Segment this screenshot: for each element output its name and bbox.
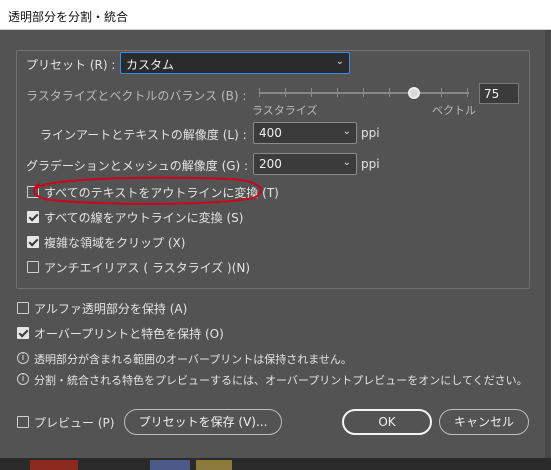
gradient-unit: ppi bbox=[361, 157, 380, 171]
slider-tick bbox=[363, 88, 364, 97]
info-icon: i bbox=[17, 373, 29, 385]
artwork-fragment bbox=[30, 460, 78, 470]
overprint-checkbox[interactable] bbox=[17, 327, 29, 339]
line-art-resolution-select[interactable]: 400 ⌄ bbox=[253, 122, 357, 144]
cancel-button[interactable]: キャンセル bbox=[439, 409, 529, 435]
window-title: 透明部分を分割・統合 bbox=[8, 10, 129, 24]
antialias-label: アンチエイリアス ( ラスタライズ )(N) bbox=[44, 261, 251, 275]
preset-label: プリセット (R) : bbox=[26, 58, 116, 72]
balance-slider-track[interactable] bbox=[259, 92, 469, 94]
line-art-unit: ppi bbox=[361, 126, 380, 140]
balance-right-label: ベクトル bbox=[432, 104, 476, 117]
slider-tick bbox=[337, 88, 338, 97]
chevron-down-icon: ⌄ bbox=[342, 126, 351, 137]
gradient-resolution-label: グラデーションとメッシュの解像度 (G) : bbox=[26, 159, 249, 173]
info-text: 分割・統合される特色をプレビューするには、オーバープリントプレビューをオンにして… bbox=[34, 374, 528, 387]
slider-tick bbox=[389, 88, 390, 97]
save-preset-button[interactable]: プリセットを保存 (V)... bbox=[124, 409, 282, 435]
background-artwork bbox=[0, 458, 551, 470]
slider-tick bbox=[285, 88, 286, 97]
title-bar: 透明部分を分割・統合 bbox=[0, 0, 551, 30]
overprint-label: オーバープリントと特色を保持 (O) bbox=[34, 327, 224, 341]
chevron-down-icon: ⌄ bbox=[335, 56, 344, 67]
preview-label: プレビュー (P) bbox=[34, 416, 115, 430]
artwork-fragment bbox=[150, 460, 190, 470]
balance-slider-knob[interactable] bbox=[408, 87, 420, 99]
line-art-resolution-label: ラインアートとテキストの解像度 (L) : bbox=[40, 128, 247, 142]
clip-complex-label: 複雑な領域をクリップ (X) bbox=[44, 236, 186, 250]
antialias-checkbox[interactable] bbox=[27, 261, 39, 273]
alpha-checkbox[interactable] bbox=[17, 302, 29, 314]
preview-checkbox[interactable] bbox=[17, 416, 29, 428]
artwork-fragment bbox=[196, 460, 232, 470]
info-text: 透明部分が含まれる範囲のオーバープリントは保持されません。 bbox=[34, 353, 352, 366]
stroke-outline-checkbox[interactable] bbox=[27, 211, 39, 223]
balance-label: ラスタライズとベクトルのバランス (B) : bbox=[26, 89, 247, 103]
ok-button[interactable]: OK bbox=[342, 409, 432, 435]
clip-complex-checkbox[interactable] bbox=[27, 236, 39, 248]
info-icon: i bbox=[17, 352, 29, 364]
slider-tick bbox=[311, 88, 312, 97]
line-art-resolution-value: 400 bbox=[259, 126, 282, 140]
stroke-outline-label: すべての線をアウトラインに変換 (S) bbox=[44, 211, 244, 225]
slider-tick bbox=[441, 88, 442, 97]
annotation-ellipse bbox=[33, 176, 262, 205]
gradient-resolution-value: 200 bbox=[259, 157, 282, 171]
gradient-resolution-select[interactable]: 200 ⌄ bbox=[253, 153, 357, 175]
preset-select[interactable]: カスタム ⌄ bbox=[120, 52, 350, 74]
slider-tick bbox=[467, 88, 468, 97]
alpha-label: アルファ透明部分を保持 (A) bbox=[34, 302, 188, 316]
balance-value-input[interactable]: 75 bbox=[479, 83, 519, 104]
slider-tick bbox=[259, 88, 260, 97]
chevron-down-icon: ⌄ bbox=[342, 157, 351, 168]
side-strip bbox=[545, 30, 551, 458]
balance-left-label: ラスタライズ bbox=[252, 104, 318, 117]
preset-value: カスタム bbox=[126, 58, 175, 72]
